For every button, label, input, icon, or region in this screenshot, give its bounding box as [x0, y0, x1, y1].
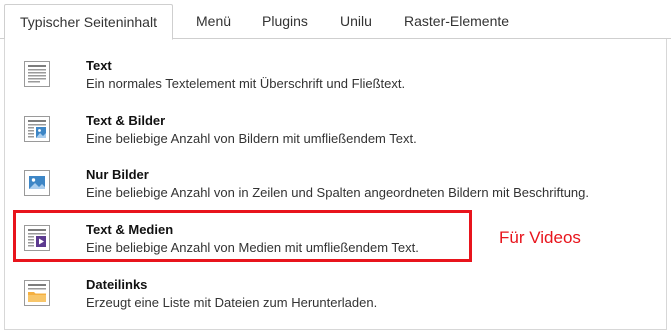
item-description: Erzeugt eine Liste mit Dateien zum Herun… [86, 295, 378, 310]
highlight-box [13, 210, 472, 262]
item-description: Eine beliebige Anzahl von Bildern mit um… [86, 131, 417, 146]
content-element-text-bilder[interactable]: Text & Bilder Eine beliebige Anzahl von … [18, 112, 658, 156]
tab-plugins[interactable]: Plugins [247, 4, 323, 39]
text-icon [24, 61, 50, 87]
text-image-icon [24, 116, 50, 142]
content-element-nur-bilder[interactable]: Nur Bilder Eine beliebige Anzahl von in … [18, 166, 658, 210]
tab-raster-elemente[interactable]: Raster-Elemente [389, 4, 524, 39]
tab-menu[interactable]: Menü [181, 4, 246, 39]
file-links-icon [24, 280, 50, 306]
image-icon [24, 170, 50, 196]
tab-typischer-seiteninhalt[interactable]: Typischer Seiteninhalt [4, 4, 173, 40]
tab-bar: Typischer Seiteninhalt Menü Plugins Unil… [0, 0, 671, 40]
item-title: Nur Bilder [86, 167, 149, 182]
annotation-label: Für Videos [499, 228, 581, 247]
content-element-text[interactable]: Text Ein normales Textelement mit Übersc… [18, 57, 658, 101]
tab-unilu[interactable]: Unilu [325, 4, 387, 39]
content-element-dateilinks[interactable]: Dateilinks Erzeugt eine Liste mit Dateie… [18, 276, 658, 320]
item-title: Text [86, 58, 112, 73]
item-description: Eine beliebige Anzahl von in Zeilen und … [86, 185, 590, 200]
item-title: Text & Bilder [86, 113, 166, 128]
item-title: Dateilinks [86, 277, 148, 292]
item-description: Ein normales Textelement mit Überschrift… [86, 76, 406, 91]
